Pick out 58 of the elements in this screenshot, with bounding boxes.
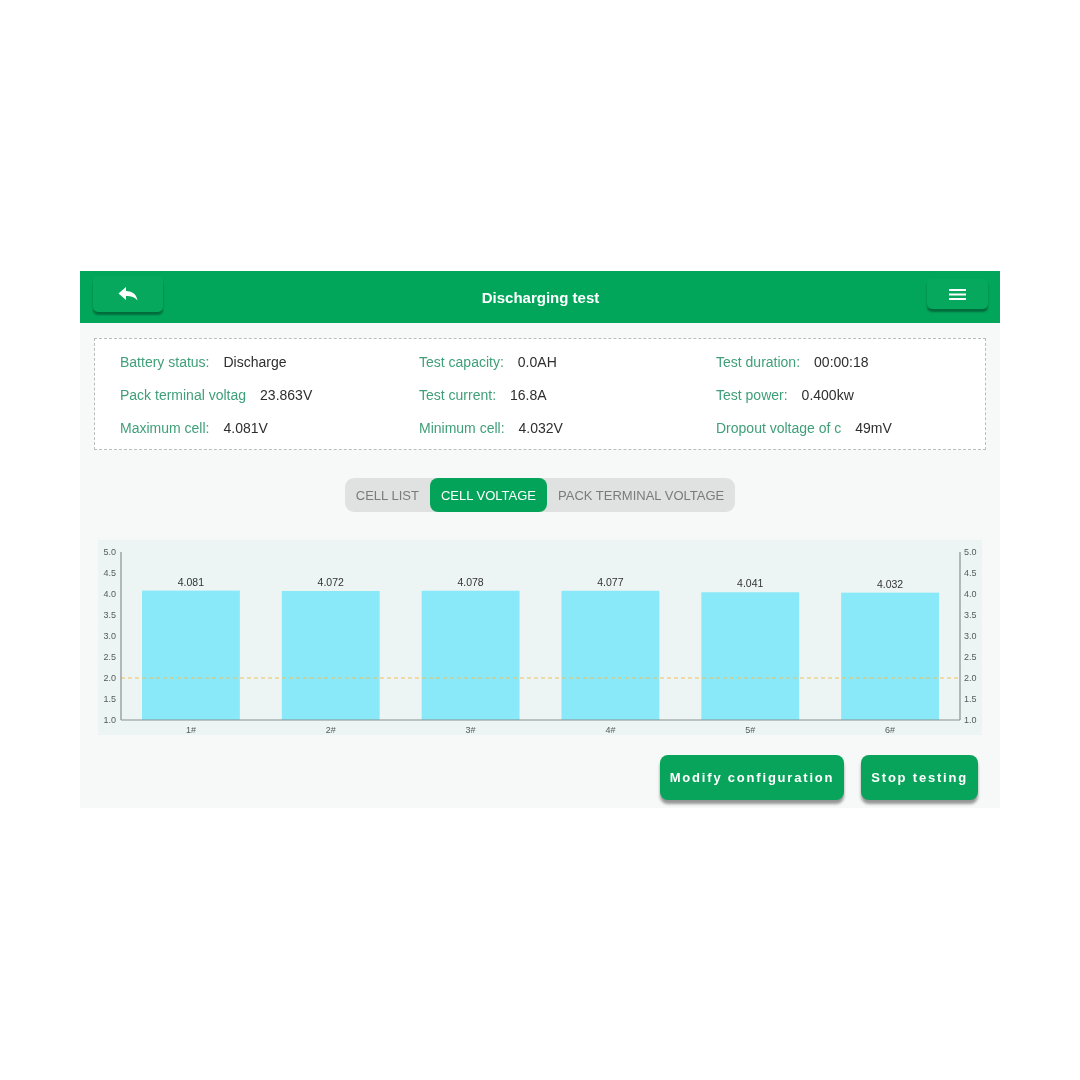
axis-tick-label: 4.0 — [964, 589, 977, 600]
info-label: Pack terminal voltag — [120, 386, 247, 403]
axis-tick-label: 3.0 — [964, 631, 977, 642]
info-value: 16.8A — [510, 386, 547, 403]
category-label: 4# — [605, 725, 616, 735]
info-value: 23.863V — [260, 386, 313, 403]
axis-tick-label: 2.5 — [964, 652, 977, 663]
info-label: Dropout voltage of c — [716, 419, 842, 436]
info-value: 4.032V — [518, 419, 563, 436]
menu-button[interactable] — [927, 279, 988, 309]
info-value: 4.081V — [223, 419, 268, 436]
axis-tick-label: 5.0 — [103, 547, 116, 558]
back-button[interactable] — [93, 276, 163, 312]
axis-tick-label: 2.5 — [103, 652, 116, 663]
data-label: 4.081 — [177, 575, 205, 588]
info-label: Maximum cell: — [120, 419, 210, 436]
info-value: Discharge — [223, 353, 287, 370]
info-label: Battery status: — [120, 353, 210, 370]
action-button[interactable]: Modify configuration — [659, 755, 845, 800]
axis-tick-label: 1.5 — [103, 694, 116, 705]
axis-tick-label: 4.5 — [103, 568, 116, 579]
category-label: 2# — [325, 725, 336, 735]
action-button[interactable]: Stop testing — [861, 755, 978, 800]
data-label: 4.078 — [457, 575, 484, 588]
info-value: 0.0AH — [517, 353, 557, 370]
axis-tick-label: 5.0 — [964, 547, 977, 558]
axis-tick-label: 3.5 — [964, 610, 977, 621]
axis-tick-label: 2.0 — [103, 673, 116, 684]
info-value: 00:00:18 — [814, 353, 869, 370]
axis-tick-label: 3.5 — [103, 610, 116, 621]
axis-tick-label: 4.0 — [103, 589, 116, 600]
info-label: Test duration: — [716, 353, 801, 370]
info-label: Test current: — [419, 386, 497, 403]
back-icon — [118, 287, 138, 301]
info-value: 49mV — [855, 419, 892, 436]
category-label: 5# — [745, 725, 756, 735]
tab[interactable]: CELL VOLTAGE — [429, 478, 548, 512]
info-label: Test power: — [716, 386, 788, 403]
info-label: Test capacity: — [419, 353, 504, 370]
info-label: Minimum cell: — [419, 419, 505, 436]
axis-tick-label: 4.5 — [964, 568, 977, 579]
tab[interactable]: CELL LIST — [344, 478, 430, 512]
data-label: 4.041 — [737, 577, 764, 590]
data-label: 4.032 — [876, 577, 904, 590]
data-label: 4.072 — [317, 576, 344, 588]
screen-title: Discharging test — [481, 288, 600, 306]
tab[interactable]: PACK TERMINAL VOLTAGE — [547, 478, 736, 512]
axis-tick-label: 2.0 — [964, 673, 977, 684]
axis-tick-label: 1.0 — [964, 715, 977, 726]
data-label: 4.077 — [597, 575, 624, 588]
category-label: 1# — [185, 725, 196, 735]
axis-tick-label: 1.0 — [103, 715, 116, 726]
category-label: 6# — [885, 725, 896, 735]
axis-tick-label: 3.0 — [103, 631, 116, 642]
category-label: 3# — [465, 725, 476, 735]
axis-tick-label: 1.5 — [964, 694, 977, 705]
menu-icon — [949, 288, 966, 300]
info-value: 0.400kw — [801, 386, 854, 403]
